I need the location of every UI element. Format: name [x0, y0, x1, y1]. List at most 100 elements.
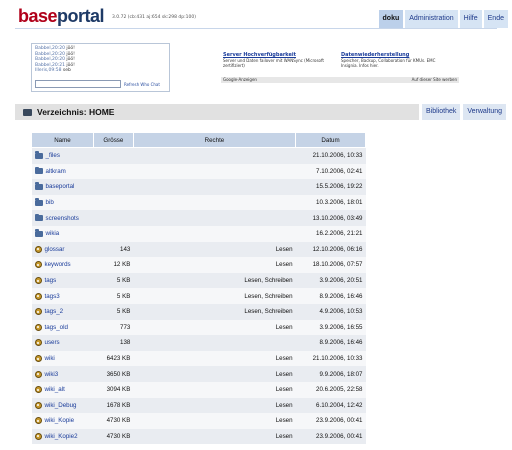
nav-tab-doku[interactable]: doku [378, 10, 404, 28]
file-link[interactable]: glossar [45, 246, 65, 253]
file-icon[interactable] [34, 261, 42, 269]
file-icon[interactable] [34, 323, 42, 331]
file-link[interactable]: bib [46, 199, 54, 206]
cell-size: 1678 KB [93, 397, 134, 414]
refresh-who-chat-link[interactable]: Refresh Who Chat [124, 82, 160, 87]
file-icon[interactable] [34, 339, 42, 347]
table-row[interactable]: tags_old 773 Lesen 3.9.2006, 16:55 [31, 319, 366, 336]
file-icon[interactable] [34, 292, 42, 300]
file-icon[interactable] [34, 355, 42, 363]
table-row[interactable]: wiki 6423 KB Lesen 21.10.2006, 10:33 [31, 350, 366, 367]
cell-size: 3094 KB [93, 381, 134, 398]
file-link[interactable]: tags_old [45, 324, 68, 331]
directory-title-text: Verzeichnis: HOME [37, 107, 115, 117]
file-icon[interactable] [34, 277, 42, 285]
table-row[interactable]: users 138 8.9.2006, 16:46 [31, 335, 366, 351]
cell-name: tags_old [31, 319, 94, 336]
google-ads-label[interactable]: Google-Anzeigen [223, 77, 257, 83]
ad-text: Server und Daten failover mit WANSync (M… [223, 58, 324, 68]
file-link[interactable]: _files [46, 152, 60, 159]
table-row[interactable]: keywords 12 KB Lesen 18.10.2006, 07:57 [31, 257, 366, 273]
folder-icon[interactable] [34, 213, 43, 222]
verwaltung-button[interactable]: Verwaltung [463, 104, 506, 120]
file-link[interactable]: wiki [45, 355, 55, 362]
file-link[interactable]: users [45, 339, 60, 346]
header-divider [15, 28, 497, 29]
folder-icon[interactable] [34, 166, 43, 175]
folder-icon [23, 108, 32, 116]
folder-icon[interactable] [34, 182, 43, 190]
logo-text-base: base [18, 6, 58, 26]
file-link[interactable]: screenshots [46, 215, 79, 222]
table-row[interactable]: wiki_Kopie2 4730 KB Lesen 23.9.2006, 00:41 [31, 428, 366, 445]
cell-rights: Lesen [133, 350, 296, 367]
file-link[interactable]: tags_2 [45, 308, 64, 315]
cell-date: 10.3.2006, 18:01 [295, 194, 366, 211]
cell-date: 4.9.2006, 10:53 [295, 303, 366, 320]
cell-date: 23.9.2006, 00:41 [295, 413, 366, 429]
table-row[interactable]: bib 10.3.2006, 18:01 [31, 194, 366, 211]
cell-date: 21.10.2006, 10:33 [295, 350, 366, 367]
file-icon[interactable] [34, 386, 42, 394]
cell-rights [133, 147, 296, 164]
table-row[interactable]: tags3 5 KB Lesen, Schreiben 8.9.2006, 16:46 [31, 288, 366, 304]
cell-date: 3.9.2006, 20:51 [295, 272, 366, 289]
file-link[interactable]: wiki_alt [45, 386, 65, 393]
table-row[interactable]: wiki3 3650 KB Lesen 9.9.2006, 18:07 [31, 366, 366, 382]
file-link[interactable]: wiki_Debug [45, 402, 77, 409]
nav-tab-administration[interactable]: Administration [405, 10, 458, 28]
cell-date: 21.10.2006, 10:33 [295, 147, 366, 164]
chat-input[interactable] [35, 80, 121, 88]
cell-rights [133, 335, 296, 351]
column-header-size[interactable]: Grösse [92, 132, 134, 148]
table-row[interactable]: wiki_Kopie 4730 KB Lesen 23.9.2006, 00:41 [31, 413, 366, 429]
table-row[interactable]: tags_2 5 KB Lesen, Schreiben 4.9.2006, 10:5… [31, 303, 366, 320]
cell-rights [133, 210, 296, 226]
table-row[interactable]: screenshots 13.10.2006, 03:49 [31, 210, 366, 226]
table-row[interactable]: wiki_Debug 1678 KB Lesen 6.10.2004, 12:42 [31, 397, 366, 414]
ad-datenwiederherstellung[interactable]: Datenwiederherstellung Speicher, Backup,… [341, 52, 453, 68]
table-row[interactable]: tags 5 KB Lesen, Schreiben 3.9.2006, 20:51 [31, 272, 366, 289]
cell-name: wiki [31, 350, 94, 367]
cell-size [93, 225, 134, 242]
file-icon[interactable] [34, 417, 42, 425]
file-link[interactable]: tags3 [45, 293, 60, 300]
file-link[interactable]: keywords [45, 261, 71, 268]
file-icon[interactable] [34, 432, 42, 440]
column-header-name[interactable]: Name [31, 132, 94, 148]
file-link[interactable]: wikia [46, 230, 60, 237]
nav-tab-ende[interactable]: Ende [483, 10, 508, 28]
table-row[interactable]: altkram 7.10.2006, 02:41 [31, 163, 366, 180]
table-row[interactable]: baseportal 15.5.2006, 19:22 [31, 179, 366, 195]
cell-date: 9.9.2006, 18:07 [295, 366, 366, 382]
table-row[interactable]: wiki_alt 3094 KB Lesen 20.6.2005, 22:58 [31, 381, 366, 398]
bibliothek-button[interactable]: Bibliothek [422, 104, 461, 120]
cell-size: 3650 KB [93, 366, 134, 382]
ads-footer: Google-Anzeigen Auf dieser Site werben [221, 77, 459, 83]
cell-name: users [31, 335, 94, 351]
column-header-date[interactable]: Datum [295, 132, 366, 148]
folder-icon[interactable] [34, 151, 43, 159]
nav-tab-hilfe[interactable]: Hilfe [459, 10, 482, 28]
column-header-rights[interactable]: Rechte [132, 132, 297, 148]
cell-name: baseportal [31, 179, 94, 195]
table-row[interactable]: _files 21.10.2006, 10:33 [31, 147, 366, 164]
baseportal-logo[interactable]: baseportal [18, 6, 105, 27]
file-icon[interactable] [34, 401, 42, 409]
advertise-link[interactable]: Auf dieser Site werben [412, 77, 457, 83]
file-link[interactable]: wiki_Kopie2 [45, 433, 78, 440]
cell-name: wiki_Debug [31, 397, 94, 414]
file-link[interactable]: tags [45, 277, 57, 284]
file-link[interactable]: wiki3 [45, 371, 59, 378]
table-row[interactable]: wikia 16.2.2006, 21:21 [31, 225, 366, 242]
table-row[interactable]: glossar 143 Lesen 12.10.2006, 06:16 [31, 241, 366, 258]
file-link[interactable]: wiki_Kopie [45, 417, 75, 424]
ad-server-hochverfuegbarkeit[interactable]: Server Hochverfügbarkeit Server und Date… [223, 52, 335, 68]
file-icon[interactable] [34, 245, 42, 253]
folder-icon[interactable] [34, 198, 43, 206]
file-link[interactable]: baseportal [46, 183, 75, 190]
folder-icon[interactable] [34, 229, 43, 237]
file-icon[interactable] [34, 370, 42, 378]
file-icon[interactable] [34, 308, 42, 316]
file-link[interactable]: altkram [46, 168, 66, 175]
